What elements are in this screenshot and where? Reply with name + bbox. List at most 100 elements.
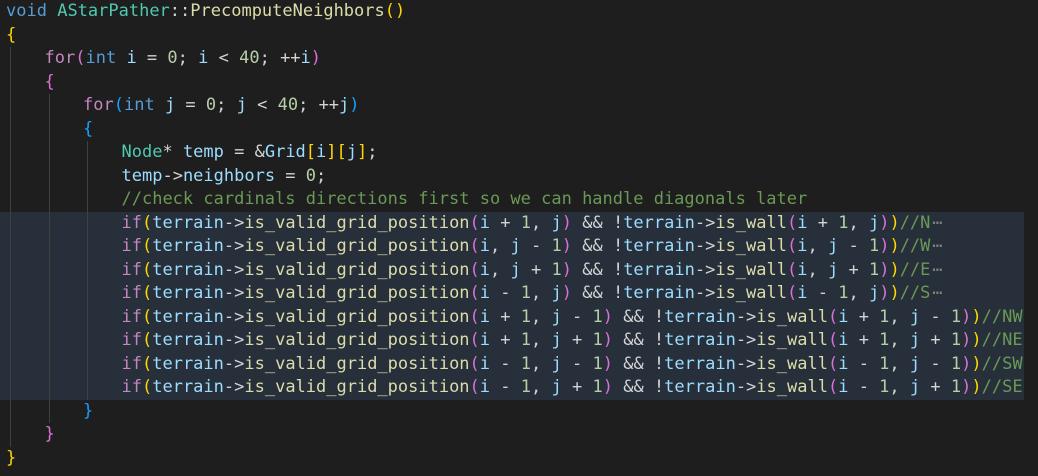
- indent-guide: [48, 141, 50, 165]
- indent-guide: [10, 70, 11, 94]
- code-token: Grid: [264, 142, 306, 162]
- folded-comment-ellipsis-icon[interactable]: ⋯: [932, 260, 942, 280]
- indent-guide: [48, 282, 50, 306]
- code-text: {: [6, 24, 16, 48]
- code-line[interactable]: for(int i = 0; i < 40; ++i): [0, 47, 1038, 71]
- code-token: ,: [807, 259, 828, 280]
- code-token: if: [121, 236, 142, 256]
- code-line[interactable]: {: [0, 117, 1038, 141]
- code-token: ): [971, 353, 982, 374]
- code-token: (: [469, 212, 480, 233]
- code-line[interactable]: if(terrain->is_valid_grid_position(i - 1…: [0, 376, 1038, 400]
- code-line[interactable]: if(terrain->is_valid_grid_position(i - 1…: [0, 282, 1038, 306]
- code-line[interactable]: }: [0, 423, 1038, 447]
- code-token: ): [561, 236, 572, 256]
- code-token: ): [961, 306, 972, 327]
- code-line[interactable]: {: [0, 70, 1038, 94]
- code-editor[interactable]: void AStarPather::PrecomputeNeighbors(){…: [0, 0, 1038, 476]
- code-line[interactable]: {: [0, 24, 1038, 48]
- code-token: terrain: [623, 283, 695, 303]
- code-token: i: [479, 377, 491, 397]
- code-token: terrain: [152, 330, 224, 350]
- code-line[interactable]: if(terrain->is_valid_grid_position(i + 1…: [0, 211, 1038, 235]
- code-line[interactable]: }: [0, 399, 1038, 424]
- code-token: ,: [889, 330, 910, 350]
- code-token: ): [349, 95, 360, 115]
- code-token: (: [469, 353, 480, 374]
- code-token: (: [786, 236, 798, 256]
- code-text: }: [83, 400, 93, 424]
- code-token: 0: [167, 48, 178, 68]
- code-line[interactable]: if(terrain->is_valid_grid_position(i - 1…: [0, 352, 1038, 376]
- code-token: -: [561, 353, 593, 374]
- indent-guide: [10, 117, 11, 141]
- code-token: 1: [592, 330, 603, 350]
- code-token: ): [602, 377, 613, 397]
- code-line[interactable]: if(terrain->is_valid_grid_position(i, j …: [0, 258, 1038, 282]
- folded-comment-ellipsis-icon[interactable]: ⋯: [932, 236, 942, 256]
- code-line[interactable]: if(terrain->is_valid_grid_position(i + 1…: [0, 329, 1038, 353]
- code-token: ->: [694, 283, 716, 303]
- code-token: terrain: [664, 306, 736, 327]
- indent-guide: [48, 235, 50, 259]
- code-token: i: [838, 330, 849, 350]
- code-token: = &: [223, 142, 265, 162]
- code-token: terrain: [152, 212, 224, 233]
- code-token: i: [300, 48, 311, 68]
- code-token: ->: [735, 330, 757, 350]
- code-line[interactable]: for(int j = 0; j < 40; ++j): [0, 94, 1038, 118]
- folded-comment-ellipsis-icon[interactable]: ⋯: [932, 283, 942, 303]
- code-line[interactable]: void AStarPather::PrecomputeNeighbors(): [0, 0, 1038, 24]
- code-token: 1: [592, 377, 603, 397]
- code-token: 1: [868, 259, 880, 280]
- indent-guide: [87, 211, 88, 235]
- code-token: (: [469, 283, 480, 303]
- code-token: j: [164, 95, 176, 115]
- code-line[interactable]: if(terrain->is_valid_grid_position(i + 1…: [0, 305, 1038, 329]
- code-token: ): [889, 259, 900, 280]
- code-line[interactable]: temp->neighbors = 0;: [0, 164, 1038, 188]
- code-token: ;: [367, 142, 378, 162]
- code-token: ]: [326, 142, 337, 162]
- code-token: ->: [223, 353, 245, 374]
- code-token: 1: [950, 330, 962, 350]
- code-line[interactable]: //check cardinals directions first so we…: [0, 188, 1038, 212]
- code-token: && !: [572, 259, 624, 280]
- code-token: ,: [848, 212, 869, 233]
- code-token: +: [561, 377, 593, 397]
- code-token: j: [909, 306, 921, 327]
- code-token: -: [490, 283, 521, 303]
- indent-guide: [48, 94, 50, 118]
- code-token: j: [868, 283, 880, 303]
- indent-guide: [48, 399, 50, 423]
- code-token: j: [827, 236, 839, 256]
- code-line[interactable]: Node* temp = &Grid[i][j];: [0, 141, 1038, 165]
- code-token: Node: [121, 142, 163, 162]
- indent-guide: [10, 164, 11, 188]
- code-token: ): [879, 283, 890, 303]
- code-token: -: [561, 306, 593, 327]
- code-token: j: [909, 377, 921, 397]
- folded-comment-ellipsis-icon[interactable]: ⋯: [932, 213, 942, 233]
- code-token: }: [6, 447, 17, 468]
- code-token: ]: [357, 142, 368, 162]
- code-token: for: [83, 95, 114, 115]
- code-token: //N: [899, 212, 931, 233]
- code-line[interactable]: }: [0, 447, 1038, 471]
- code-token: 1: [592, 353, 603, 374]
- code-token: 40: [239, 48, 260, 68]
- code-token: if: [121, 353, 142, 374]
- code-token: +: [520, 259, 552, 280]
- indent-guide: [87, 235, 88, 259]
- code-token: ->: [162, 165, 183, 186]
- scrollbar-track[interactable]: [1024, 0, 1038, 476]
- code-token: is_wall: [715, 212, 787, 233]
- code-token: (: [113, 95, 124, 115]
- code-line[interactable]: if(terrain->is_valid_grid_position(i, j …: [0, 235, 1038, 259]
- code-token: ;: [316, 165, 327, 186]
- code-token: ): [561, 259, 572, 280]
- code-token: ->: [694, 236, 716, 256]
- code-token: ->: [735, 377, 757, 397]
- code-token: terrain: [664, 330, 736, 350]
